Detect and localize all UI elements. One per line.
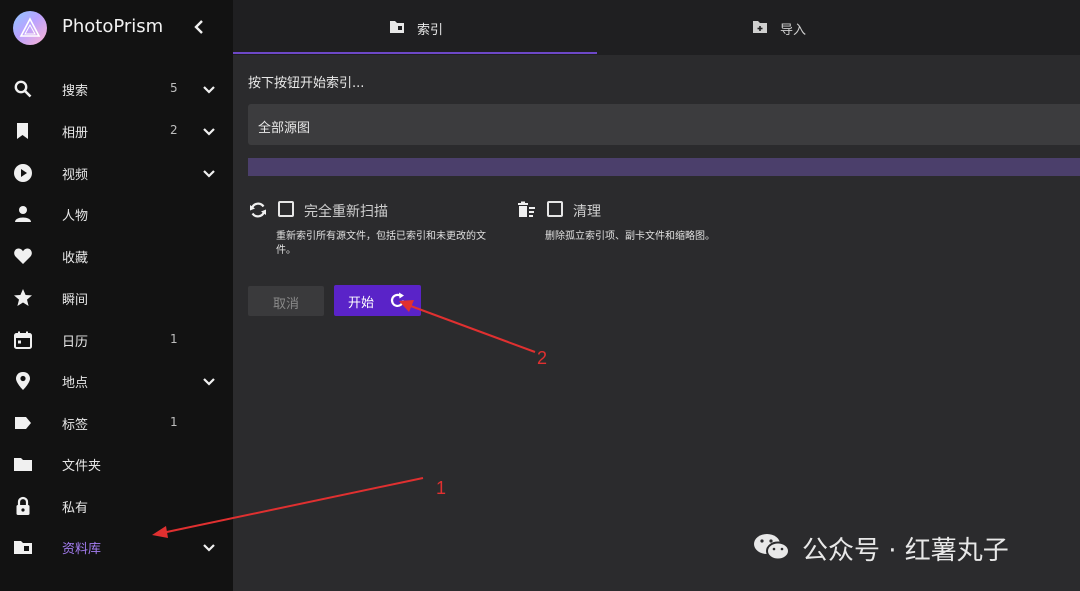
cleanup-description: 删除孤立索引项、副卡文件和缩略图。 xyxy=(545,230,715,244)
sidebar-item-calendar[interactable]: 日历 1 xyxy=(0,320,233,360)
sidebar-item-label: 资料库 xyxy=(62,542,102,557)
sidebar-item-label: 文件夹 xyxy=(62,459,102,474)
index-folder-icon xyxy=(389,19,405,35)
option-cleanup: 清理 删除孤立索引项、副卡文件和缩略图。 xyxy=(517,200,777,260)
tab-import[interactable]: 导入 xyxy=(597,0,992,55)
cleanup-checkbox[interactable] xyxy=(547,201,563,217)
complete-rescan-checkbox[interactable] xyxy=(278,201,294,217)
person-icon xyxy=(13,204,33,224)
sidebar-item-label: 标签 xyxy=(62,418,89,433)
option-complete-rescan: 完全重新扫描 重新索引所有源文件，包括已索引和未更改的文 件。 xyxy=(248,200,508,260)
watermark-text: 公众号 · 红薯丸子 xyxy=(802,536,1009,566)
sidebar-item-label: 瞬间 xyxy=(62,293,89,308)
cancel-button[interactable]: 取消 xyxy=(248,286,324,316)
index-progress-bar xyxy=(248,158,1080,176)
source-folder-select[interactable]: 全部源图 xyxy=(248,104,1080,145)
tab-bar: 索引 导入 xyxy=(233,0,1080,55)
chevron-down-icon[interactable] xyxy=(200,81,218,99)
app-name: PhotoPrism xyxy=(62,16,164,37)
tab-index[interactable]: 索引 xyxy=(233,0,597,55)
annotation-marker-2: 2 xyxy=(537,348,548,368)
index-hint-text: 按下按钮开始索引... xyxy=(248,76,365,91)
tag-icon xyxy=(13,413,33,433)
chevron-down-icon[interactable] xyxy=(200,539,218,557)
chevron-down-icon[interactable] xyxy=(200,165,218,183)
refresh-icon xyxy=(389,292,406,309)
description-line: 件。 xyxy=(276,245,296,256)
description-line: 删除孤立索引项、副卡文件和缩略图。 xyxy=(545,231,715,242)
sidebar-item-library[interactable]: 资料库 xyxy=(0,527,233,567)
folder-icon xyxy=(13,454,33,474)
sidebar-item-count: 1 xyxy=(170,415,178,429)
description-line: 重新索引所有源文件，包括已索引和未更改的文 xyxy=(276,231,486,242)
sidebar-item-search[interactable]: 搜索 5 xyxy=(0,69,233,109)
rescan-icon xyxy=(248,200,268,220)
sidebar-item-labels[interactable]: 标签 1 xyxy=(0,403,233,443)
tab-label: 导入 xyxy=(780,23,807,38)
photoprism-logo[interactable] xyxy=(13,11,47,45)
sidebar-item-label: 收藏 xyxy=(62,251,89,266)
play-circle-icon xyxy=(13,163,33,183)
sidebar-item-people[interactable]: 人物 xyxy=(0,194,233,234)
sidebar-item-private[interactable]: 私有 xyxy=(0,486,233,526)
sidebar-item-count: 1 xyxy=(170,332,178,346)
chevron-down-icon[interactable] xyxy=(200,373,218,391)
star-icon xyxy=(13,288,33,308)
collapse-sidebar-icon[interactable] xyxy=(190,17,210,37)
cleanup-icon xyxy=(517,200,537,220)
sidebar-item-label: 搜索 xyxy=(62,84,89,99)
lock-icon xyxy=(13,496,33,516)
annotation-marker-1: 1 xyxy=(436,478,447,498)
heart-icon xyxy=(13,246,33,266)
import-folder-icon xyxy=(752,19,768,35)
sidebar-item-favorites[interactable]: 收藏 xyxy=(0,236,233,276)
sidebar-item-label: 地点 xyxy=(62,376,89,391)
sidebar-item-count: 2 xyxy=(170,123,178,137)
sidebar-item-label: 私有 xyxy=(62,501,89,516)
location-pin-icon xyxy=(13,371,33,391)
wechat-icon xyxy=(752,532,792,562)
sidebar: PhotoPrism 搜索 5 相册 2 视频 人物 收藏 瞬间 日历 1 地点… xyxy=(0,0,233,591)
sidebar-item-videos[interactable]: 视频 xyxy=(0,153,233,193)
sidebar-item-label: 相册 xyxy=(62,126,89,141)
chevron-down-icon[interactable] xyxy=(200,123,218,141)
cancel-button-label: 取消 xyxy=(272,297,299,312)
main-panel: 索引 导入 按下按钮开始索引... 全部源图 完全重新扫描 重新索引所有源文件，… xyxy=(233,0,1080,591)
calendar-icon xyxy=(13,330,33,350)
complete-rescan-description: 重新索引所有源文件，包括已索引和未更改的文 件。 xyxy=(276,230,486,258)
start-button[interactable]: 开始 xyxy=(334,285,421,316)
library-folder-icon xyxy=(13,537,33,557)
source-folder-value: 全部源图 xyxy=(258,121,311,136)
search-icon xyxy=(13,79,33,99)
start-button-label: 开始 xyxy=(348,296,375,311)
sidebar-item-label: 日历 xyxy=(62,335,89,350)
bookmark-icon xyxy=(13,121,33,141)
sidebar-item-moments[interactable]: 瞬间 xyxy=(0,278,233,318)
sidebar-item-label: 人物 xyxy=(62,209,89,224)
sidebar-item-count: 5 xyxy=(170,81,178,95)
brand-header: PhotoPrism xyxy=(0,0,233,56)
tab-label: 索引 xyxy=(417,23,444,38)
sidebar-item-albums[interactable]: 相册 2 xyxy=(0,111,233,151)
sidebar-item-folders[interactable]: 文件夹 xyxy=(0,444,233,484)
complete-rescan-label: 完全重新扫描 xyxy=(304,204,388,220)
active-tab-indicator xyxy=(233,52,597,54)
sidebar-item-places[interactable]: 地点 xyxy=(0,361,233,401)
sidebar-item-label: 视频 xyxy=(62,168,89,183)
cleanup-label: 清理 xyxy=(573,204,601,220)
